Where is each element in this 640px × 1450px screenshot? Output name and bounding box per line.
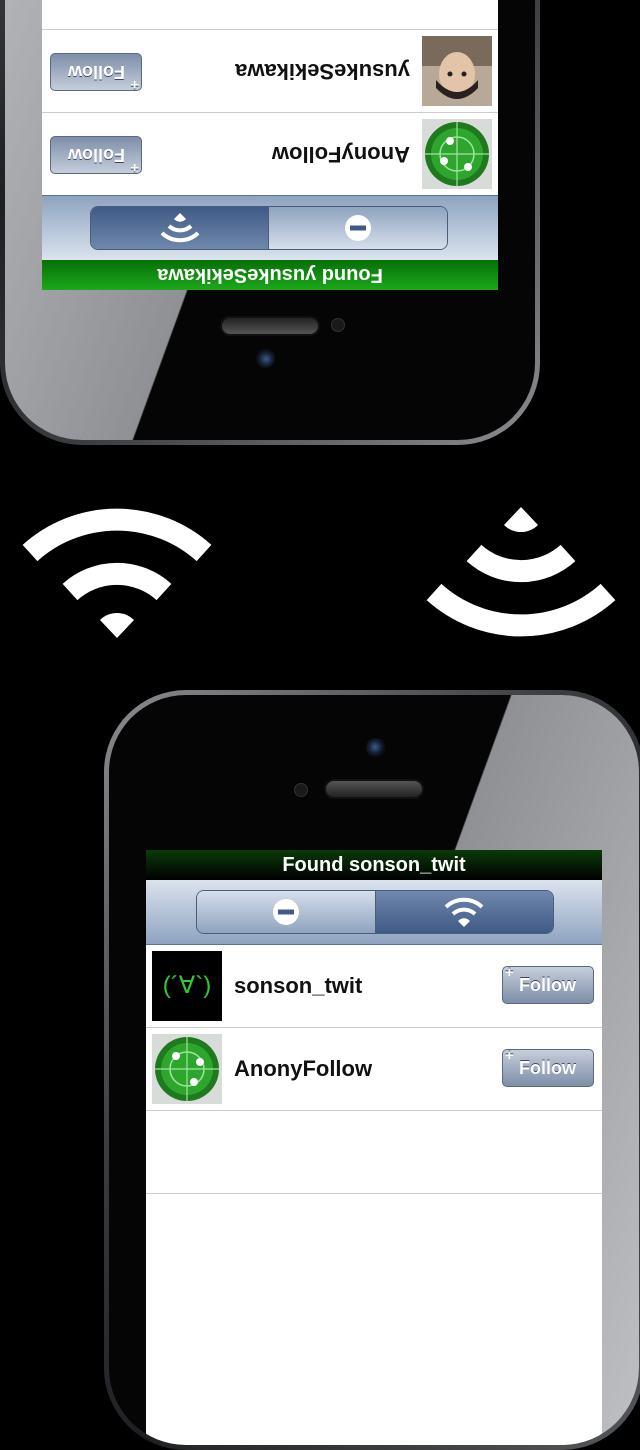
list-item-empty <box>42 0 498 29</box>
earpiece-speaker <box>220 316 320 336</box>
list-item[interactable]: (´∀`) sonson_twit + Follow <box>146 945 602 1028</box>
follow-label: Follow <box>68 62 125 82</box>
front-camera-icon <box>255 348 275 368</box>
front-camera-icon <box>366 738 386 758</box>
avatar <box>422 119 492 189</box>
scan-button[interactable] <box>375 891 553 933</box>
follow-button[interactable]: + Follow <box>50 136 142 176</box>
sensor-dot <box>294 783 308 797</box>
sensor-dot <box>331 318 345 332</box>
earpiece-speaker <box>324 779 424 799</box>
avatar: (´∀`) <box>152 951 222 1021</box>
status-bar: Found yusukeSekikawa <box>42 260 498 290</box>
wifi-icon <box>22 508 212 638</box>
avatar <box>152 1034 222 1104</box>
radar-avatar-icon <box>152 1034 222 1104</box>
stop-button[interactable] <box>268 207 447 249</box>
wifi-icon <box>444 897 484 927</box>
username: sonson_twit <box>234 973 363 998</box>
list-item[interactable]: AnonyFollow + Follow <box>42 112 498 195</box>
follow-label: Follow <box>519 975 576 995</box>
wifi-icon <box>160 213 200 243</box>
toolbar <box>42 195 498 260</box>
follow-label: Follow <box>68 145 125 165</box>
bottom-phone-screen: Found sonson_twit (´∀`) sonson_twit + Fo… <box>146 850 602 1445</box>
stop-button[interactable] <box>197 891 376 933</box>
follow-button[interactable]: + Follow <box>502 964 594 1004</box>
follow-button[interactable]: + Follow <box>502 1047 594 1087</box>
person-photo-icon <box>422 36 492 106</box>
list-item[interactable]: AnonyFollow + Follow <box>146 1028 602 1111</box>
wifi-icon <box>426 507 616 637</box>
username: yusukeSekikawa <box>235 59 410 84</box>
top-phone-screen: Found yusukeSekikawa AnonyFollow + Follo… <box>42 0 498 290</box>
minus-circle-icon <box>272 899 299 925</box>
minus-circle-icon <box>345 215 372 241</box>
mode-segmented-control <box>90 206 448 250</box>
plus-icon: + <box>505 1047 514 1064</box>
plus-icon: + <box>505 964 514 981</box>
mode-segmented-control <box>196 890 554 934</box>
plus-icon: + <box>130 159 139 176</box>
status-bar: Found sonson_twit <box>146 850 602 880</box>
plus-icon: + <box>130 76 139 93</box>
top-phone-body: Found yusukeSekikawa AnonyFollow + Follo… <box>5 0 535 440</box>
username: AnonyFollow <box>271 142 410 167</box>
avatar <box>422 36 492 106</box>
list-item-empty <box>146 1111 602 1194</box>
list-item[interactable]: yusukeSekikawa + Follow <box>42 29 498 112</box>
follow-button[interactable]: + Follow <box>50 53 142 93</box>
radar-avatar-icon <box>422 119 492 189</box>
toolbar <box>146 880 602 945</box>
bottom-phone-body: Found sonson_twit (´∀`) sonson_twit + Fo… <box>109 695 639 1445</box>
follow-label: Follow <box>519 1058 576 1078</box>
scan-button[interactable] <box>91 207 269 249</box>
username: AnonyFollow <box>234 1056 373 1081</box>
top-phone: Found yusukeSekikawa AnonyFollow + Follo… <box>0 0 540 445</box>
bottom-phone: Found sonson_twit (´∀`) sonson_twit + Fo… <box>104 690 640 1450</box>
